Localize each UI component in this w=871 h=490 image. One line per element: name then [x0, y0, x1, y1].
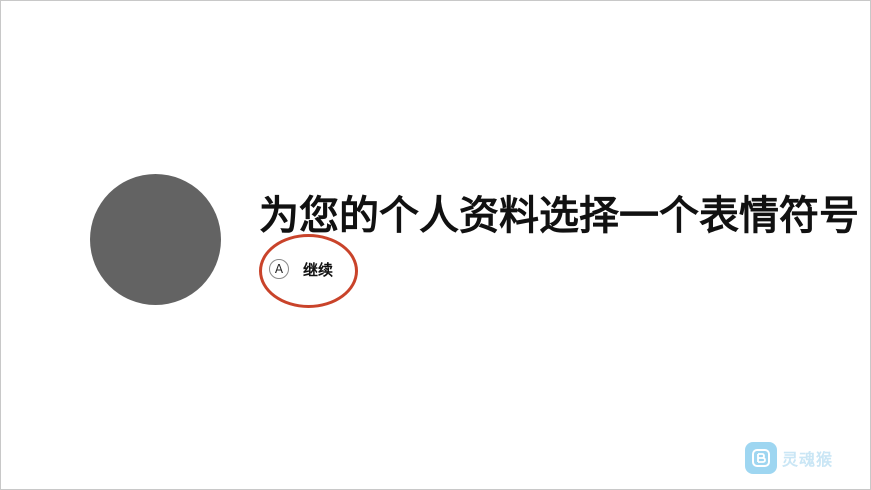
watermark-text: 灵魂猴 — [782, 450, 834, 469]
continue-label: 继续 — [303, 260, 334, 279]
setup-screen: 为您的个人资料选择一个表情符号 A 继续 灵魂猴 — [0, 0, 871, 490]
profile-emoji-avatar[interactable] — [90, 174, 221, 305]
page-title: 为您的个人资料选择一个表情符号 — [259, 193, 859, 239]
watermark-b-icon — [752, 449, 770, 467]
continue-button[interactable]: A 继续 — [269, 257, 333, 281]
watermark: 灵魂猴 — [745, 442, 833, 474]
a-button-icon: A — [269, 259, 289, 279]
watermark-logo-icon — [745, 442, 777, 474]
